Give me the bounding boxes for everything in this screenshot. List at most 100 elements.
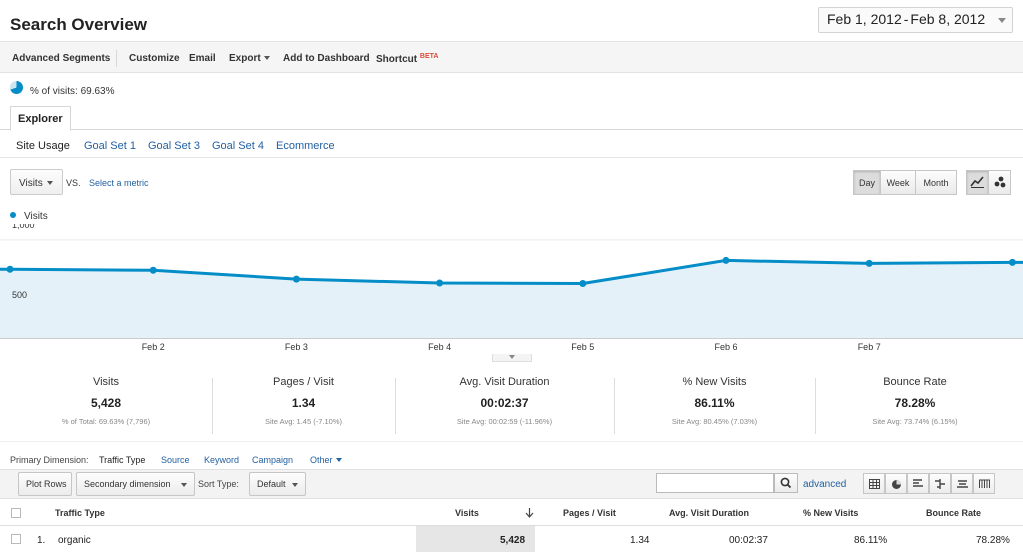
- segment-visits-share: % of visits: 69.63%: [30, 86, 115, 97]
- column-header-traffic-type[interactable]: Traffic Type: [55, 508, 105, 518]
- term-cloud-icon: [957, 479, 968, 492]
- scorecard-new-visits[interactable]: % New Visits 86.11% Site Avg: 80.45% (7.…: [614, 376, 815, 436]
- line-chart-button[interactable]: [966, 170, 989, 195]
- visits-area-chart: Feb 2 Feb 3 Feb 4 Feb 5 Feb 6 Feb 7 1,000 500: [0, 224, 1023, 352]
- bar-chart-icon: [913, 479, 924, 492]
- dimension-keyword[interactable]: Keyword: [204, 455, 239, 465]
- subtab-site-usage[interactable]: Site Usage: [16, 140, 70, 152]
- row-traffic-type-link[interactable]: organic: [58, 535, 91, 546]
- x-tick-label: Feb 4: [428, 342, 451, 352]
- beta-badge: BETA: [419, 53, 439, 60]
- scorecard-label: Bounce Rate: [883, 376, 947, 388]
- week-button[interactable]: Week: [880, 170, 916, 195]
- subtab-goal-set-1[interactable]: Goal Set 1: [84, 140, 136, 152]
- column-header-avg-visit-duration[interactable]: Avg. Visit Duration: [669, 508, 749, 518]
- dimension-traffic-type[interactable]: Traffic Type: [99, 455, 145, 465]
- dimension-campaign[interactable]: Campaign: [252, 455, 293, 465]
- row-index: 1.: [37, 535, 46, 546]
- row-checkbox[interactable]: [11, 534, 21, 544]
- date-range-picker[interactable]: Feb 1, 2012- Feb 8, 2012: [818, 7, 1013, 33]
- percentage-view-button[interactable]: [885, 473, 907, 494]
- chevron-down-icon: [47, 181, 53, 185]
- data-point[interactable]: [292, 275, 300, 283]
- data-view-button[interactable]: [863, 473, 885, 494]
- dimension-other-menu[interactable]: Other: [310, 455, 342, 465]
- comparison-view-button[interactable]: [929, 473, 951, 494]
- date-end: Feb 8, 2012: [910, 11, 986, 27]
- x-tick-label: Feb 2: [142, 342, 165, 352]
- column-header-pages-per-visit[interactable]: Pages / Visit: [563, 508, 616, 518]
- select-metric-link[interactable]: Select a metric: [89, 178, 149, 188]
- data-point[interactable]: [865, 259, 873, 267]
- scorecard-comparison: Site Avg: 73.74% (6.15%): [872, 417, 958, 426]
- subtab-goal-set-3[interactable]: Goal Set 3: [148, 140, 200, 152]
- motion-chart-button[interactable]: [988, 170, 1011, 195]
- chevron-down-icon: [263, 56, 270, 60]
- scorecard-visits[interactable]: Visits 5,428 % of Total: 69.63% (7,796): [0, 376, 212, 436]
- table-search-input[interactable]: [656, 473, 774, 493]
- date-separator: -: [903, 11, 909, 27]
- pivot-icon: [979, 479, 990, 492]
- chevron-down-icon: [292, 483, 298, 487]
- export-label: Export: [229, 53, 261, 64]
- subtab-ecommerce[interactable]: Ecommerce: [276, 140, 335, 152]
- select-all-checkbox[interactable]: [11, 508, 21, 518]
- scorecard-avg-visit-duration[interactable]: Avg. Visit Duration 00:02:37 Site Avg: 0…: [395, 376, 614, 436]
- subtab-goal-set-4[interactable]: Goal Set 4: [212, 140, 264, 152]
- scorecard-comparison: % of Total: 69.63% (7,796): [61, 417, 151, 426]
- month-button[interactable]: Month: [915, 170, 957, 195]
- pivot-view-button[interactable]: [973, 473, 995, 494]
- export-button[interactable]: Export: [229, 53, 270, 64]
- sort-type-value: Default: [257, 479, 286, 489]
- tab-explorer[interactable]: Explorer: [10, 106, 71, 131]
- data-point[interactable]: [436, 279, 444, 287]
- primary-dimension-label: Primary Dimension:: [10, 455, 89, 465]
- table-search-button[interactable]: [774, 473, 798, 493]
- secondary-dimension-label: Secondary dimension: [84, 479, 171, 489]
- row-avg-visit-duration: 00:02:37: [729, 535, 768, 546]
- vs-label: VS.: [66, 178, 81, 188]
- report-tab-strip: [0, 106, 1023, 130]
- x-tick-label: Feb 7: [858, 342, 881, 352]
- comparison-icon: [935, 479, 946, 492]
- advanced-segments-button[interactable]: Advanced Segments: [12, 53, 110, 64]
- column-header-bounce-rate[interactable]: Bounce Rate: [926, 508, 981, 518]
- data-point[interactable]: [1008, 258, 1016, 266]
- plot-rows-button[interactable]: Plot Rows: [18, 472, 72, 496]
- day-button[interactable]: Day: [853, 170, 881, 195]
- column-header-visits[interactable]: Visits: [455, 508, 479, 518]
- add-to-dashboard-button[interactable]: Add to Dashboard: [283, 53, 370, 64]
- metric-select[interactable]: Visits: [10, 169, 63, 195]
- data-point[interactable]: [149, 266, 157, 274]
- dimension-source[interactable]: Source: [161, 455, 190, 465]
- email-button[interactable]: Email: [189, 53, 216, 64]
- scorecard-label: Avg. Visit Duration: [459, 376, 550, 388]
- advanced-filter-link[interactable]: advanced: [803, 479, 846, 490]
- y-tick-label: 1,000: [12, 224, 35, 230]
- performance-view-button[interactable]: [907, 473, 929, 494]
- chevron-down-icon: [509, 355, 515, 359]
- toolbar-divider: [116, 50, 117, 67]
- x-tick-label: Feb 6: [714, 342, 737, 352]
- data-point[interactable]: [6, 265, 14, 273]
- sort-type-select[interactable]: Default: [249, 472, 306, 496]
- data-point[interactable]: [579, 280, 587, 288]
- scorecard-comparison: Site Avg: 1.45 (-7.10%): [265, 417, 342, 426]
- metric-select-value: Visits: [19, 178, 43, 189]
- column-header-new-visits[interactable]: % New Visits: [803, 508, 858, 518]
- customize-button[interactable]: Customize: [129, 53, 180, 64]
- shortcut-button[interactable]: Shortcut BETA: [376, 53, 438, 65]
- secondary-dimension-select[interactable]: Secondary dimension: [76, 472, 195, 496]
- scorecard-comparison: Site Avg: 80.45% (7.03%): [671, 417, 758, 426]
- scorecard-bounce-rate[interactable]: Bounce Rate 78.28% Site Avg: 73.74% (6.1…: [815, 376, 1015, 436]
- term-cloud-view-button[interactable]: [951, 473, 973, 494]
- data-point[interactable]: [722, 256, 730, 264]
- scorecard-pages-per-visit[interactable]: Pages / Visit 1.34 Site Avg: 1.45 (-7.10…: [212, 376, 395, 436]
- scorecard-value: 86.11%: [694, 396, 735, 410]
- search-icon: [780, 477, 792, 489]
- x-tick-label: Feb 3: [285, 342, 308, 352]
- table-header: [0, 499, 1023, 526]
- chart-collapse-handle[interactable]: [492, 354, 532, 362]
- scorecard-value: 78.28%: [894, 396, 936, 410]
- chevron-down-icon: [335, 458, 342, 462]
